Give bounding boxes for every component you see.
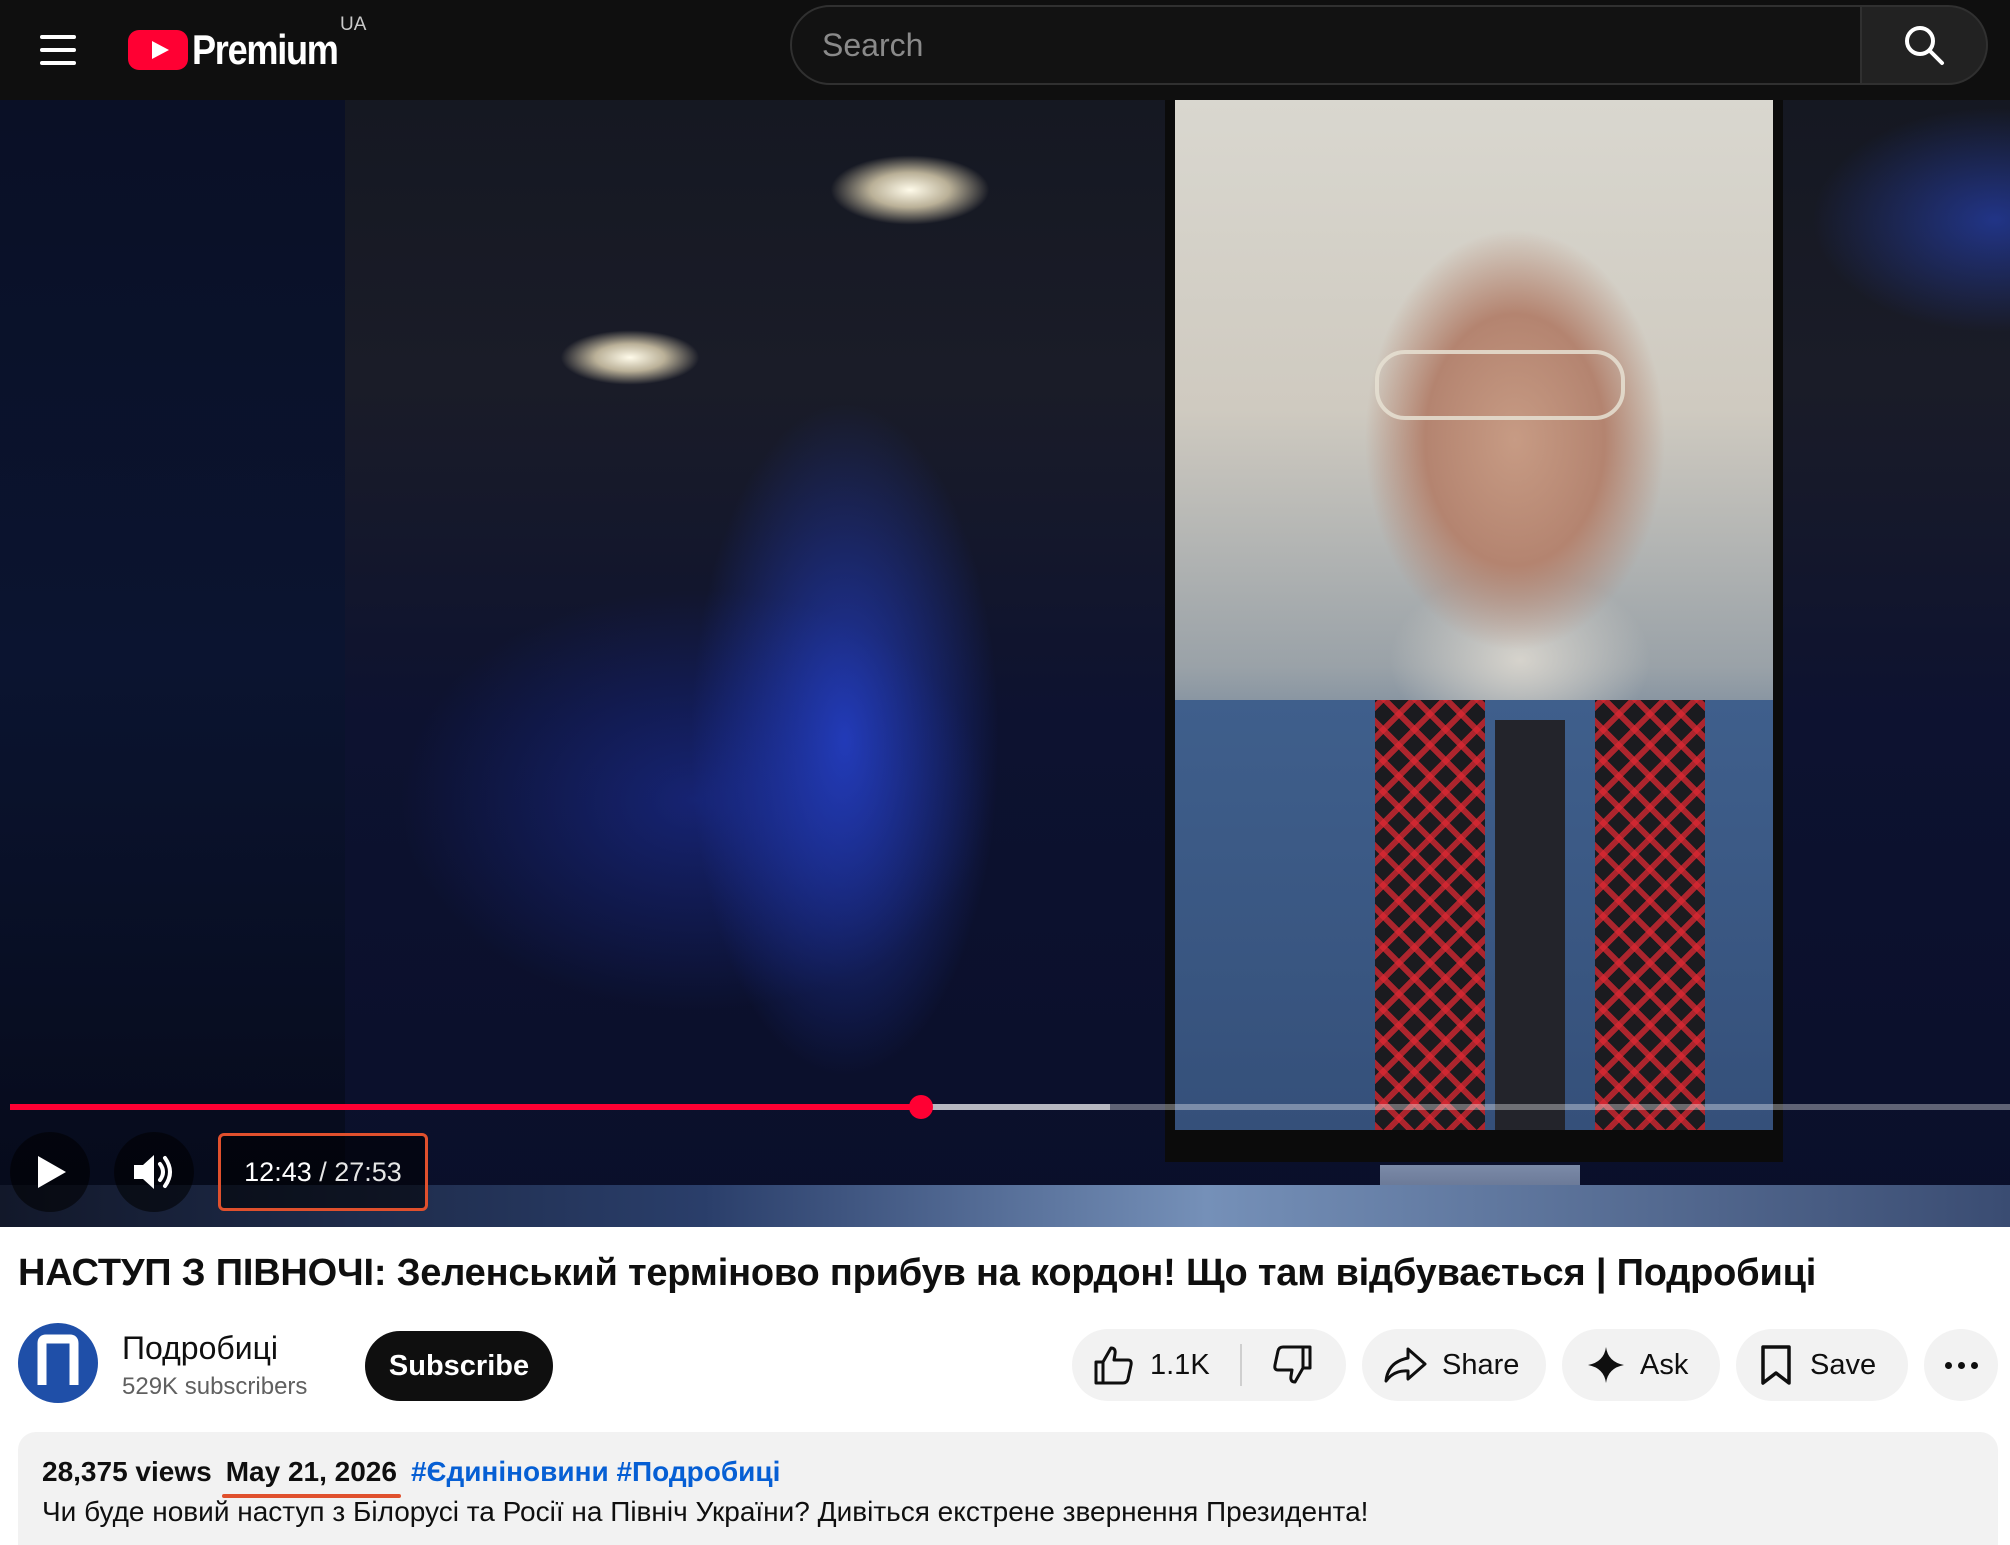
country-code: UA [340, 14, 367, 35]
progress-bar[interactable] [10, 1095, 2010, 1119]
share-label: Share [1442, 1348, 1520, 1381]
view-count: 28,375 views [42, 1456, 212, 1487]
description-box[interactable]: 28,375 views May 21, 2026 #Єдиніновини #… [18, 1432, 1998, 1545]
ask-button[interactable]: Ask [1562, 1329, 1720, 1401]
video-player[interactable]: 12:43 / 27:53 [0, 100, 2010, 1227]
share-icon [1384, 1347, 1427, 1383]
total-time: 27:53 [334, 1156, 402, 1187]
video-frame [0, 100, 2010, 1227]
time-separator: / [311, 1156, 335, 1187]
more-actions-icon[interactable] [1924, 1329, 1998, 1401]
youtube-logo-icon [128, 30, 188, 70]
play-icon [38, 1156, 66, 1188]
upload-date: May 21, 2026 [225, 1456, 397, 1487]
share-button[interactable]: Share [1362, 1329, 1546, 1401]
search-icon [1905, 26, 1944, 65]
dislike-button[interactable] [1242, 1329, 1342, 1401]
bookmark-icon [1761, 1345, 1791, 1385]
channel-name[interactable]: Подробиці [122, 1330, 278, 1367]
search-input[interactable] [822, 7, 1822, 83]
thumbs-down-icon [1273, 1345, 1312, 1384]
channel-logo-icon [37, 1334, 79, 1385]
subscriber-count: 529K subscribers [122, 1373, 308, 1400]
logo-text: Premium [192, 26, 339, 73]
like-button[interactable]: 1.1K [1072, 1329, 1240, 1401]
volume-icon [134, 1155, 172, 1189]
description-text: Чи буде новий наступ з Білорусі та Росії… [42, 1496, 1369, 1527]
ask-label: Ask [1640, 1348, 1689, 1381]
volume-button[interactable] [114, 1132, 194, 1212]
channel-avatar[interactable] [18, 1323, 98, 1403]
sparkle-icon [1588, 1347, 1624, 1383]
thumbs-up-icon [1094, 1346, 1133, 1385]
description-stats: 28,375 views May 21, 2026 #Єдиніновини #… [42, 1456, 780, 1498]
progress-played [10, 1104, 922, 1110]
progress-scrubber[interactable] [909, 1095, 934, 1119]
time-display: 12:43 / 27:53 [218, 1133, 428, 1211]
search-button[interactable] [1862, 5, 1988, 85]
youtube-premium-logo[interactable]: Premium [128, 22, 361, 78]
save-button[interactable]: Save [1736, 1329, 1908, 1401]
like-dislike-group: 1.1K [1072, 1329, 1346, 1401]
search-box [790, 5, 1862, 85]
studio-screen [1165, 100, 1783, 1162]
video-title: НАСТУП З ПІВНОЧІ: Зеленський терміново п… [18, 1252, 1817, 1294]
like-count: 1.1K [1150, 1348, 1210, 1381]
top-bar: Premium UA [0, 0, 2010, 100]
play-button[interactable] [10, 1132, 90, 1212]
hashtags[interactable]: #Єдиніновини #Подробиці [411, 1456, 780, 1488]
upload-date-wrap: May 21, 2026 [221, 1456, 401, 1498]
subscribe-button[interactable]: Subscribe [365, 1331, 553, 1401]
current-time: 12:43 [244, 1156, 312, 1187]
save-label: Save [1810, 1348, 1877, 1381]
menu-icon[interactable] [30, 24, 86, 76]
